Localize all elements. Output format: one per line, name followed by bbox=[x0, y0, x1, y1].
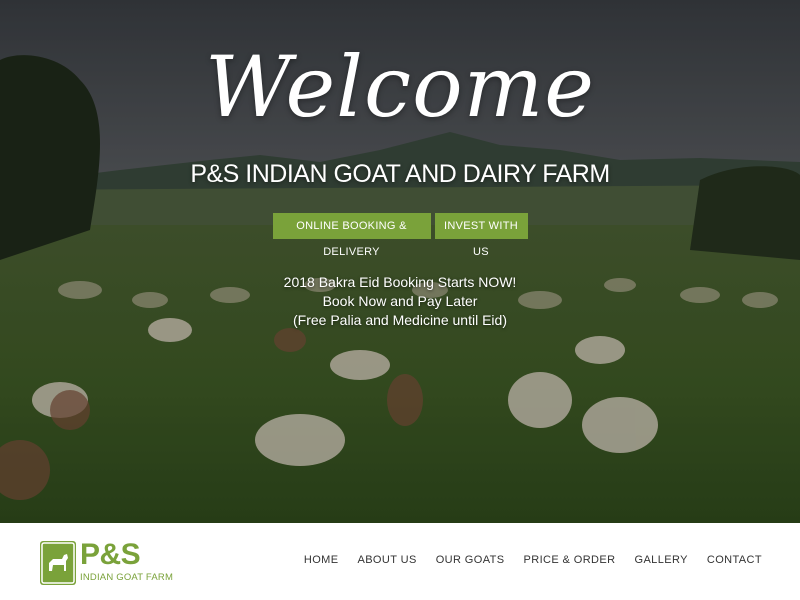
announcement-line: Book Now and Pay Later bbox=[322, 293, 478, 309]
goat-icon bbox=[40, 541, 76, 585]
hero-content: Welcome P&S INDIAN GOAT AND DAIRY FARM O… bbox=[0, 0, 800, 523]
main-navigation: P&S INDIAN GOAT FARM HOME ABOUT US OUR G… bbox=[0, 523, 800, 600]
logo-text: P&S bbox=[80, 538, 141, 571]
nav-item-about-us[interactable]: ABOUT US bbox=[357, 554, 416, 566]
announcement: 2018 Bakra Eid Booking Starts NOW! Book … bbox=[0, 273, 800, 330]
cta-button-row: ONLINE BOOKING & DELIVERY INVEST WITH US bbox=[0, 213, 800, 258]
nav-item-our-goats[interactable]: OUR GOATS bbox=[436, 554, 505, 566]
announcement-line: (Free Palia and Medicine until Eid) bbox=[293, 312, 507, 328]
nav-menu: HOME ABOUT US OUR GOATS PRICE & ORDER GA… bbox=[304, 554, 762, 566]
logo-subtext: INDIAN GOAT FARM bbox=[80, 572, 174, 583]
site-logo[interactable]: P&S INDIAN GOAT FARM bbox=[40, 538, 173, 589]
invest-button[interactable]: INVEST WITH US bbox=[434, 213, 528, 258]
welcome-heading: Welcome bbox=[204, 38, 596, 136]
nav-item-gallery[interactable]: GALLERY bbox=[634, 554, 687, 566]
announcement-line: 2018 Bakra Eid Booking Starts NOW! bbox=[283, 274, 517, 290]
nav-item-home[interactable]: HOME bbox=[304, 554, 339, 566]
nav-item-price-order[interactable]: PRICE & ORDER bbox=[523, 554, 615, 566]
hero-section: Welcome P&S INDIAN GOAT AND DAIRY FARM O… bbox=[0, 0, 800, 523]
farm-title: P&S INDIAN GOAT AND DAIRY FARM bbox=[190, 160, 610, 188]
online-booking-button[interactable]: ONLINE BOOKING & DELIVERY bbox=[272, 213, 431, 258]
nav-item-contact[interactable]: CONTACT bbox=[707, 554, 762, 566]
